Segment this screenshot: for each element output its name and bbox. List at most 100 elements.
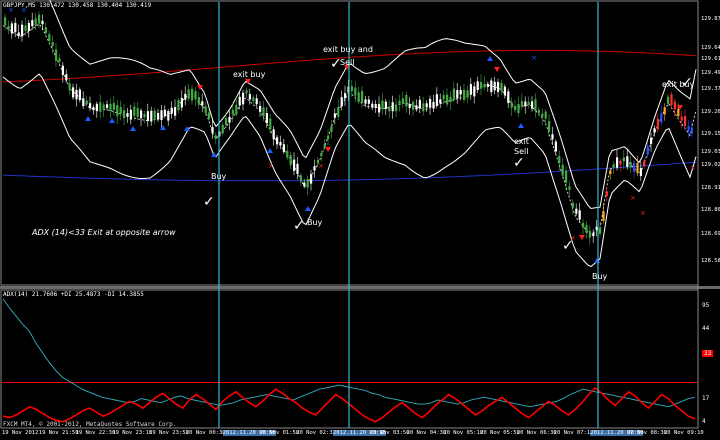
window-separator[interactable] bbox=[0, 286, 720, 289]
candle-body bbox=[565, 170, 568, 183]
candle-body bbox=[585, 225, 588, 233]
candle-body bbox=[350, 86, 353, 92]
candle-body bbox=[425, 103, 428, 108]
check-icon: ✓ bbox=[203, 194, 215, 210]
candle-body bbox=[265, 113, 268, 124]
candle-body bbox=[629, 162, 632, 168]
price-tick-label: 129.490 bbox=[701, 70, 720, 76]
adx-tick-label: 95 bbox=[702, 302, 710, 309]
time-tick-label: 20 Nov 02:30 bbox=[296, 430, 336, 436]
candle-body bbox=[208, 112, 211, 119]
candle-body bbox=[378, 104, 381, 113]
candle-body bbox=[140, 110, 143, 119]
price-tick-label: 128.585 bbox=[701, 258, 720, 264]
price-tick-label: 129.610 bbox=[701, 56, 720, 62]
candle-body bbox=[588, 230, 591, 238]
candle-body bbox=[106, 104, 109, 108]
candle-body bbox=[510, 102, 513, 108]
annotation-exit-buy-and: exit buy and bbox=[323, 45, 373, 54]
time-tick-label: 20 Nov 07:10 bbox=[553, 430, 594, 436]
candle-body bbox=[592, 232, 595, 237]
annotation-buy-1: Buy bbox=[211, 172, 227, 181]
adx-tick-label: 44 bbox=[702, 325, 710, 332]
candle-body bbox=[507, 91, 510, 103]
candle-body bbox=[677, 108, 680, 117]
candle-body bbox=[272, 129, 275, 140]
candle-body bbox=[170, 107, 173, 114]
candle-body bbox=[296, 163, 299, 174]
candle-body bbox=[578, 210, 581, 220]
candle-body bbox=[653, 128, 656, 133]
candle-body bbox=[174, 107, 177, 116]
candle-body bbox=[133, 106, 136, 116]
candle-body bbox=[476, 81, 479, 90]
candle-body bbox=[289, 155, 292, 166]
candle-body bbox=[184, 93, 187, 100]
price-tick-label: 129.150 bbox=[701, 131, 720, 137]
candle-body bbox=[619, 161, 622, 165]
candle-body bbox=[616, 157, 619, 168]
exit-cross-icon: × bbox=[630, 194, 636, 202]
candle-body bbox=[667, 96, 670, 104]
price-tick-label: 128.805 bbox=[701, 207, 720, 213]
candle-body bbox=[123, 110, 126, 119]
candle-body bbox=[643, 160, 646, 166]
candle-body bbox=[286, 150, 289, 158]
price-tick-label: 128.690 bbox=[701, 231, 720, 237]
candle-body bbox=[10, 23, 13, 34]
candle-body bbox=[609, 170, 612, 175]
candle-body bbox=[330, 126, 333, 132]
candle-body bbox=[167, 111, 170, 121]
candle-body bbox=[320, 153, 323, 157]
candle-body bbox=[626, 156, 629, 167]
candle-body bbox=[34, 18, 37, 26]
candle-body bbox=[129, 109, 132, 120]
check-icon: ✓ bbox=[293, 218, 305, 234]
candle-body bbox=[245, 90, 248, 94]
candle-body bbox=[235, 104, 238, 115]
candle-body bbox=[72, 87, 75, 98]
candle-body bbox=[381, 100, 384, 110]
candle-body bbox=[527, 101, 530, 105]
annotation-buy-3: Buy bbox=[592, 272, 608, 281]
candle-body bbox=[354, 87, 357, 96]
candle-body bbox=[78, 89, 81, 101]
candle-body bbox=[299, 175, 302, 182]
adx-tick-label: 17 bbox=[702, 395, 710, 402]
candle-body bbox=[327, 135, 330, 140]
candle-body bbox=[337, 106, 340, 117]
candle-body bbox=[636, 163, 639, 174]
candle-body bbox=[252, 97, 255, 102]
candle-body bbox=[395, 104, 398, 112]
candle-body bbox=[561, 164, 564, 176]
candle-body bbox=[238, 96, 241, 106]
candle-body bbox=[194, 91, 197, 100]
candle-body bbox=[41, 20, 44, 25]
candle-body bbox=[51, 42, 54, 47]
candle-body bbox=[262, 107, 265, 117]
adx-header: ADX(14) 21.7606 +DI 25.4873 -DI 14.3855 bbox=[3, 291, 144, 298]
candle-body bbox=[276, 137, 279, 145]
candle-body bbox=[514, 105, 517, 110]
check-icon: ✓ bbox=[562, 238, 574, 254]
candle-body bbox=[497, 82, 500, 92]
exit-cross-icon: × bbox=[318, 162, 324, 170]
candle-body bbox=[279, 142, 282, 146]
candle-body bbox=[449, 96, 452, 103]
annotation-exit-buy-1: exit buy bbox=[233, 70, 266, 79]
time-tick-label: 20 Nov 08:30 bbox=[627, 430, 667, 436]
trading-chart[interactable]: × ×××××× ×× bbox=[0, 0, 720, 440]
candle-body bbox=[143, 114, 146, 118]
candle-body bbox=[68, 83, 71, 91]
candle-body bbox=[65, 74, 68, 81]
candle-body bbox=[150, 110, 153, 122]
candle-body bbox=[231, 109, 234, 115]
chart-background bbox=[0, 0, 720, 440]
candle-body bbox=[575, 208, 578, 214]
candle-body bbox=[364, 99, 367, 104]
candle-body bbox=[61, 65, 64, 75]
exit-cross-icon: × bbox=[268, 162, 274, 170]
candle-body bbox=[483, 84, 486, 88]
candle-body bbox=[112, 103, 115, 110]
candle-body bbox=[204, 106, 207, 114]
